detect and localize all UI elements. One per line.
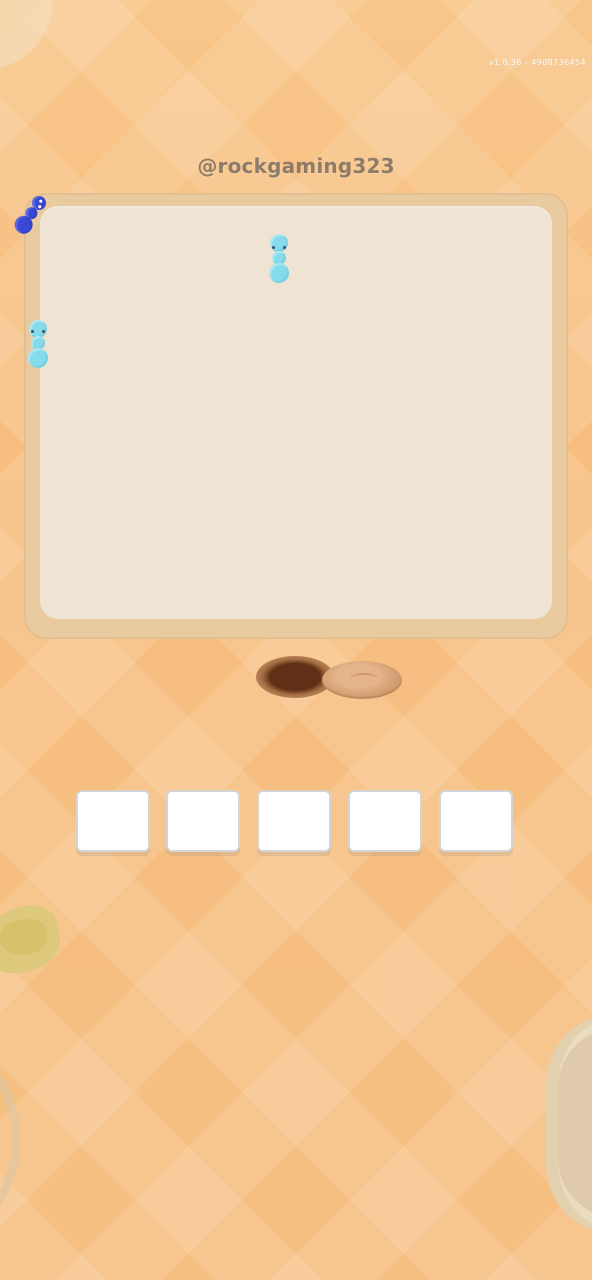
watermark-username: @rockgaming323 <box>197 154 395 178</box>
collection-slots <box>74 790 520 856</box>
ant-eye-icon <box>272 246 275 249</box>
puzzle-board[interactable] <box>24 193 568 639</box>
top-left-decoration <box>0 0 53 70</box>
slot-3[interactable] <box>257 790 331 852</box>
slot-4[interactable] <box>348 790 422 852</box>
ant-tail-icon <box>269 263 289 283</box>
slot-5[interactable] <box>439 790 513 852</box>
cyan-ant-top[interactable] <box>264 234 294 288</box>
bottom-right-plate-decoration <box>546 1014 592 1234</box>
build-code: v1.0.36 - 4908736454 <box>488 58 586 67</box>
ant-eye-icon <box>42 330 45 333</box>
slot-1[interactable] <box>76 790 150 852</box>
bottom-left-plate-decoration <box>0 1020 20 1260</box>
game-screen: v1.0.36 - 4908736454 @rockgaming323 <box>0 0 592 1280</box>
ant-tail-icon <box>28 348 48 368</box>
hole-lid-mark-icon <box>350 673 378 685</box>
leaf-decoration-icon <box>0 899 67 981</box>
ant-eye-icon <box>283 246 286 249</box>
ant-eye-icon <box>31 330 34 333</box>
puzzle-board-surface[interactable] <box>40 206 552 619</box>
ant-head-icon <box>270 234 288 252</box>
slot-2[interactable] <box>166 790 240 852</box>
cyan-ant-left[interactable] <box>24 320 52 370</box>
